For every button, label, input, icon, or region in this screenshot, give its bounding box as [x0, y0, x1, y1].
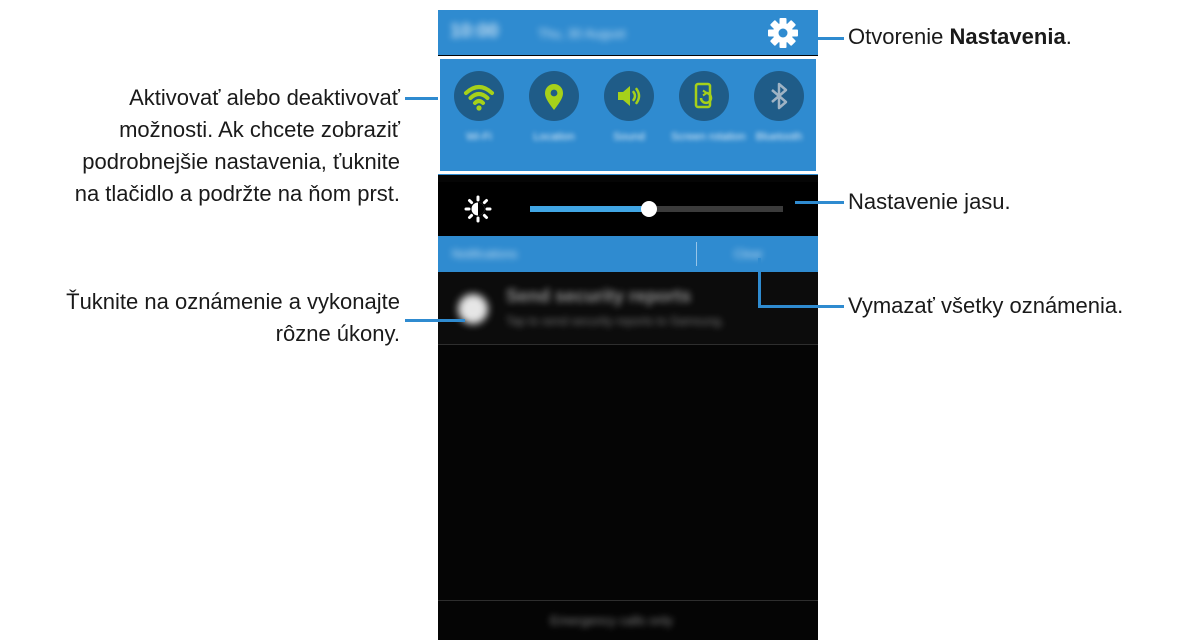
- bottom-carrier-bar: Emergency calls only: [438, 600, 818, 640]
- toggles-callout-line-4: na tlačidlo a podržte na ňom prst.: [74, 181, 400, 206]
- status-date: Thu, 30 August: [538, 26, 626, 41]
- status-time: 10:00: [450, 21, 499, 42]
- brightness-slider-fill: [530, 206, 649, 212]
- clear-callout-line-horizontal: [758, 305, 844, 308]
- clear-callout-line-vertical: [758, 258, 761, 308]
- settings-callout-prefix: Otvorenie: [848, 24, 950, 49]
- toggles-callout-line-2: možnosti. Ak chcete zobraziť: [119, 117, 400, 142]
- brightness-slider[interactable]: [530, 201, 783, 217]
- settings-callout: Otvorenie Nastavenia.: [848, 21, 1072, 53]
- header-divider: [696, 242, 697, 266]
- notification-callout-line-1: Ťuknite na oznámenie a vykonajte: [66, 289, 400, 314]
- brightness-control: [438, 182, 818, 236]
- notification-callout-line: [405, 319, 465, 322]
- notification-callout-line-2: rôzne úkony.: [275, 321, 400, 346]
- status-bar: 10:00 Thu, 30 August: [438, 10, 818, 55]
- settings-callout-line: [810, 37, 844, 40]
- carrier-text: Emergency calls only: [550, 613, 673, 628]
- brightness-slider-knob[interactable]: [640, 201, 657, 217]
- toggles-highlight-frame: [437, 56, 819, 174]
- toggles-callout-line-1: Aktivovať alebo deaktivovať: [129, 85, 400, 110]
- clear-callout: Vymazať všetky oznámenia.: [848, 293, 1124, 318]
- brightness-callout: Nastavenie jasu.: [848, 189, 1011, 214]
- notification-callout: Ťuknite na oznámenie a vykonajte rôzne ú…: [66, 286, 400, 350]
- notification-title: Send security reports: [506, 286, 692, 306]
- notifications-header: Notifications Clear: [438, 236, 818, 272]
- brightness-callout-line: [795, 201, 844, 204]
- settings-callout-suffix: .: [1065, 24, 1072, 49]
- notification-text: Tap to send security reports to Samsung.: [506, 314, 725, 328]
- gear-icon[interactable]: [768, 18, 798, 48]
- toggles-callout-line: [405, 97, 438, 100]
- toggles-callout: Aktivovať alebo deaktivovať možnosti. Ak…: [75, 82, 400, 210]
- settings-callout-bold: Nastavenia: [949, 24, 1066, 49]
- brightness-icon: [464, 195, 492, 223]
- notification-item[interactable]: Send security reports Tap to send securi…: [438, 272, 818, 345]
- toggles-callout-line-3: podrobnejšie nastavenia, ťuknite: [82, 149, 400, 174]
- notifications-title: Notifications: [452, 247, 518, 261]
